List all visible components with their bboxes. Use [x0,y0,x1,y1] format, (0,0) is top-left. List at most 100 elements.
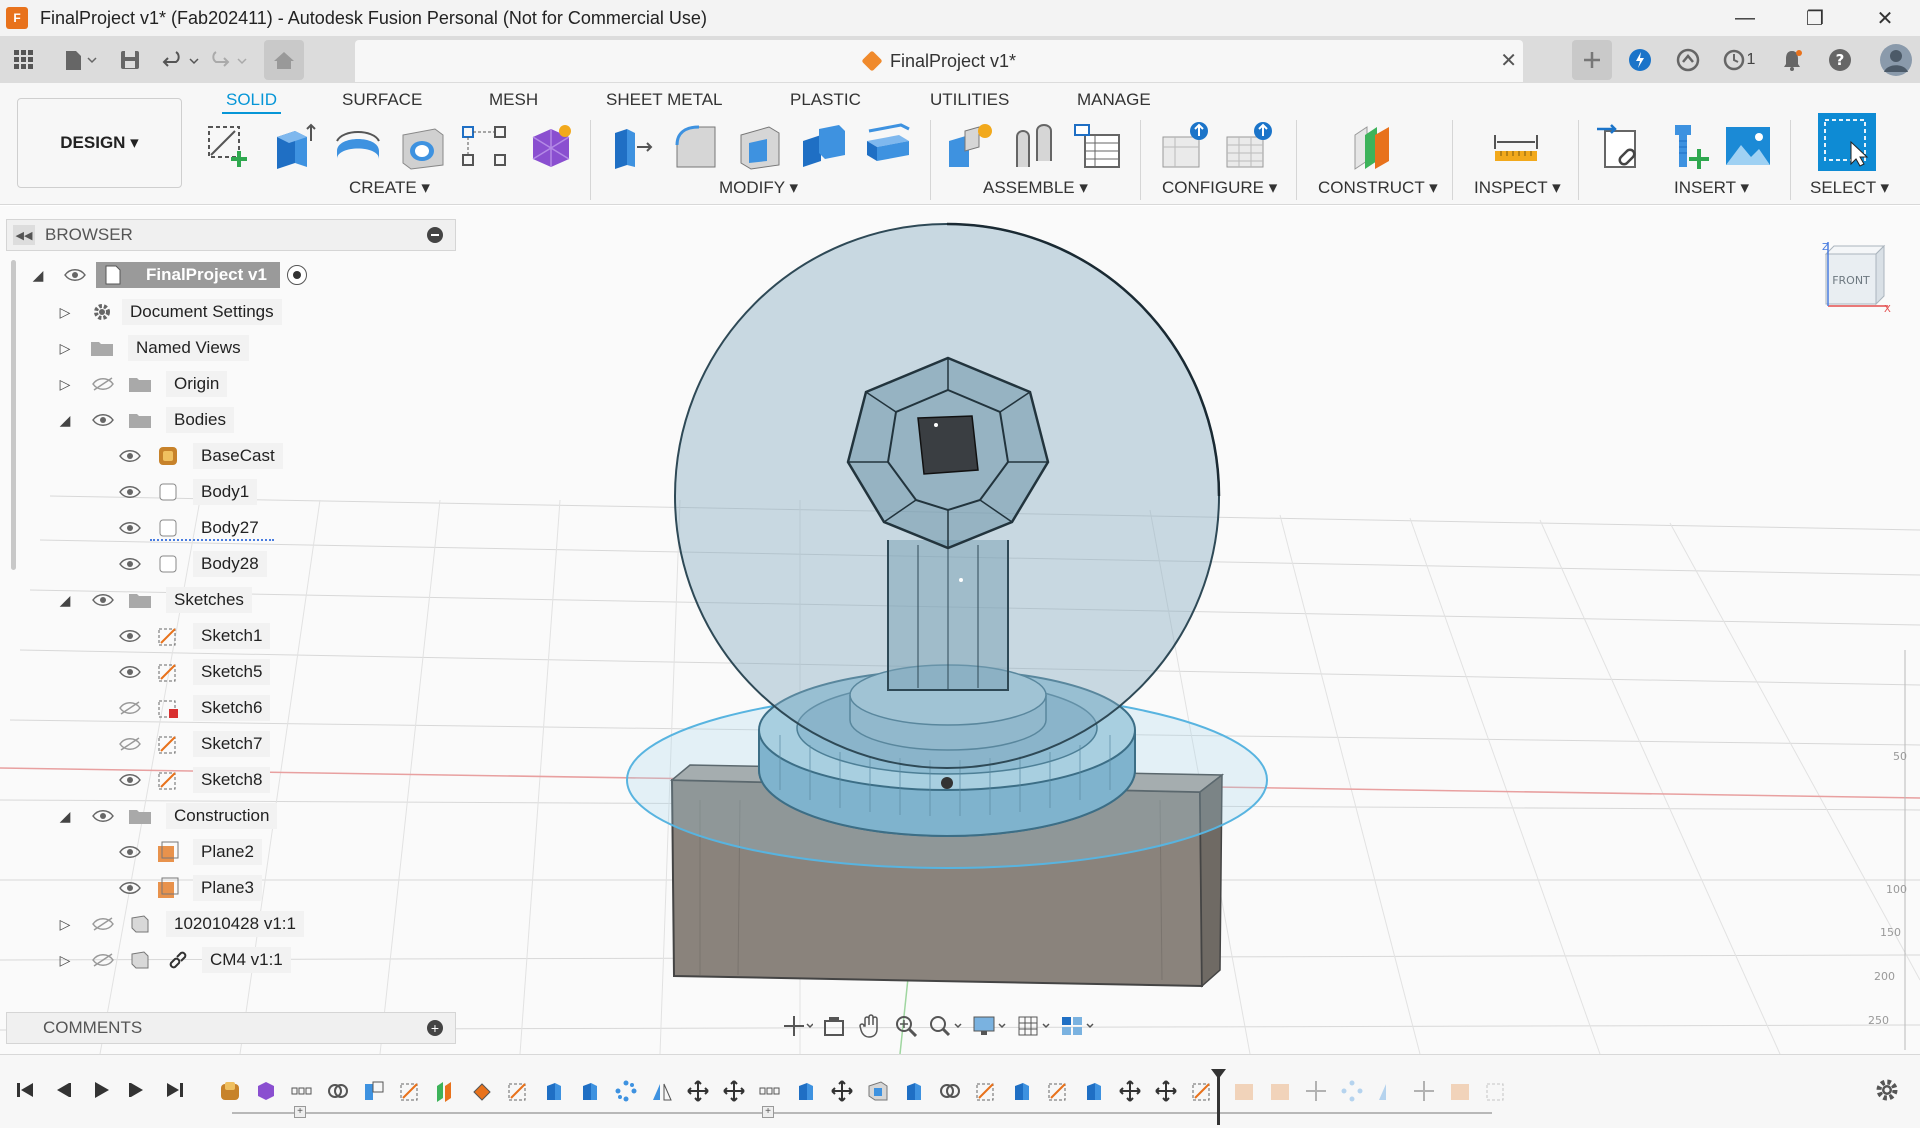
timeline-sketch-feature-icon[interactable] [1046,1079,1070,1103]
orbit-icon[interactable] [780,1008,816,1044]
zoom-icon[interactable] [888,1008,924,1044]
timeline-extrude-feature-icon[interactable] [902,1079,926,1103]
timeline-suppressed-feature-icon[interactable] [1232,1079,1256,1103]
tree-row-plane[interactable]: Plane3 [0,873,460,903]
timeline-marker-handle[interactable] [1211,1069,1226,1079]
help-icon[interactable]: ? [1820,40,1860,80]
tree-row-sketches[interactable]: ◢ Sketches [0,585,460,615]
timeline-offset-plane-feature-icon[interactable] [434,1079,458,1103]
timeline-suppressed-feature-icon[interactable] [1304,1079,1328,1103]
undo-icon[interactable] [158,40,206,80]
hidden-eye-icon[interactable] [117,699,143,717]
expand-arrow-icon[interactable]: ▷ [55,916,75,933]
combine-icon[interactable] [798,120,850,172]
timeline-pattern-feature-icon[interactable] [758,1079,782,1103]
insert-mcmaster-icon[interactable] [1660,120,1712,172]
new-component-icon[interactable] [944,120,996,172]
tree-row-sketch[interactable]: Sketch5 [0,657,460,687]
timeline-extrude-feature-icon[interactable] [1010,1079,1034,1103]
tree-row-sketch[interactable]: Sketch7 [0,729,460,759]
tree-row-sketch[interactable]: Sketch1 [0,621,460,651]
tab-utilities[interactable]: UTILITIES [926,88,1013,112]
timeline-shell-feature-icon[interactable] [866,1079,890,1103]
visibility-eye-icon[interactable] [117,555,143,573]
visibility-eye-icon[interactable] [117,627,143,645]
tree-row-root[interactable]: ◢ FinalProject v1 [0,260,460,290]
extrude-icon[interactable] [266,120,318,172]
timeline-suppressed-feature-icon[interactable] [1340,1079,1364,1103]
minimize-button[interactable]: — [1710,0,1780,36]
timeline-settings-gear-icon[interactable] [1872,1075,1902,1105]
job-status-icon[interactable]: 1 [1716,40,1762,80]
shell-icon[interactable] [734,120,786,172]
viewports-icon[interactable] [1056,1008,1100,1044]
create-form-icon[interactable] [524,120,576,172]
offset-plane-icon[interactable] [1348,120,1400,172]
display-settings-icon[interactable] [968,1008,1012,1044]
insert-derive-icon[interactable] [1596,120,1648,172]
fit-zoom-icon[interactable] [924,1008,968,1044]
revolve-icon[interactable] [332,120,384,172]
create-menu[interactable]: CREATE ▾ [349,178,430,198]
visibility-eye-icon[interactable] [117,843,143,861]
timeline-suppressed-feature-icon[interactable] [1448,1079,1472,1103]
expand-arrow-icon[interactable]: ▷ [55,340,75,357]
save-icon[interactable] [110,40,150,80]
tree-row-sketch[interactable]: Sketch8 [0,765,460,795]
timeline-sketch-feature-icon[interactable] [974,1079,998,1103]
collapse-arrow-icon[interactable]: ◢ [55,412,75,429]
visibility-eye-icon[interactable] [90,411,116,429]
timeline-sketch-feature-icon[interactable] [398,1079,422,1103]
bill-of-materials-icon[interactable] [1072,120,1124,172]
tree-row-component[interactable]: ▷ CM4 v1:1 [0,945,460,975]
go-to-end-icon[interactable] [160,1075,190,1105]
expand-arrow-icon[interactable]: ▷ [55,952,75,969]
viewcube[interactable]: FRONT Z X [1822,240,1892,315]
timeline-sketch-feature-icon[interactable] [1190,1079,1214,1103]
timeline-extrude-feature-icon[interactable] [1082,1079,1106,1103]
tab-plastic[interactable]: PLASTIC [786,88,865,112]
visibility-eye-icon[interactable] [117,879,143,897]
activate-radio-icon[interactable] [287,265,307,285]
tree-row-plane[interactable]: Plane2 [0,837,460,867]
step-back-icon[interactable] [48,1075,78,1105]
hidden-eye-icon[interactable] [117,735,143,753]
timeline-marker[interactable] [1217,1073,1220,1125]
tree-row-body[interactable]: Body1 [0,477,460,507]
assemble-menu[interactable]: ASSEMBLE ▾ [983,178,1088,198]
timeline-group-marker[interactable]: + [762,1106,774,1118]
collapse-arrow-icon[interactable]: ◢ [55,808,75,825]
visibility-eye-icon[interactable] [62,266,88,284]
document-tab[interactable]: FinalProject v1* ✕ [355,40,1523,82]
timeline-move-feature-icon[interactable] [686,1079,710,1103]
tree-row-sketch[interactable]: Sketch6 [0,693,460,723]
tree-row-body[interactable]: Body28 [0,549,460,579]
select-icon[interactable] [1818,113,1876,171]
tree-row-component[interactable]: ▷ 102010428 v1:1 [0,909,460,939]
tree-row-named-views[interactable]: ▷ Named Views [0,333,460,363]
redo-icon[interactable] [206,40,254,80]
comments-panel[interactable]: COMMENTS + [6,1012,456,1044]
collapse-arrow-icon[interactable]: ◢ [28,267,48,284]
user-avatar[interactable] [1876,40,1916,80]
visibility-eye-icon[interactable] [117,771,143,789]
file-menu-icon[interactable] [56,40,106,80]
configure-design-icon[interactable] [1160,120,1212,172]
joint-icon[interactable] [1008,120,1060,172]
collapse-panel-icon[interactable]: ◀◀ [13,225,35,245]
tab-solid[interactable]: SOLID [222,88,282,114]
timeline-cast-feature-icon[interactable] [218,1079,242,1103]
tree-row-origin[interactable]: ▷ Origin [0,369,460,399]
restore-button[interactable]: ❐ [1780,0,1850,36]
data-panel-grid-icon[interactable] [4,40,44,80]
offset-face-icon[interactable] [862,120,914,172]
fillet-icon[interactable] [670,120,722,172]
tree-row-bodies[interactable]: ◢ Bodies [0,405,460,435]
timeline-move-feature-icon[interactable] [722,1079,746,1103]
visibility-eye-icon[interactable] [90,591,116,609]
hidden-eye-icon[interactable] [90,951,116,969]
grid-snaps-icon[interactable] [1012,1008,1056,1044]
notifications-bell-icon[interactable] [1772,40,1812,80]
configuration-table-icon[interactable] [1224,120,1276,172]
measure-icon[interactable] [1490,120,1542,172]
